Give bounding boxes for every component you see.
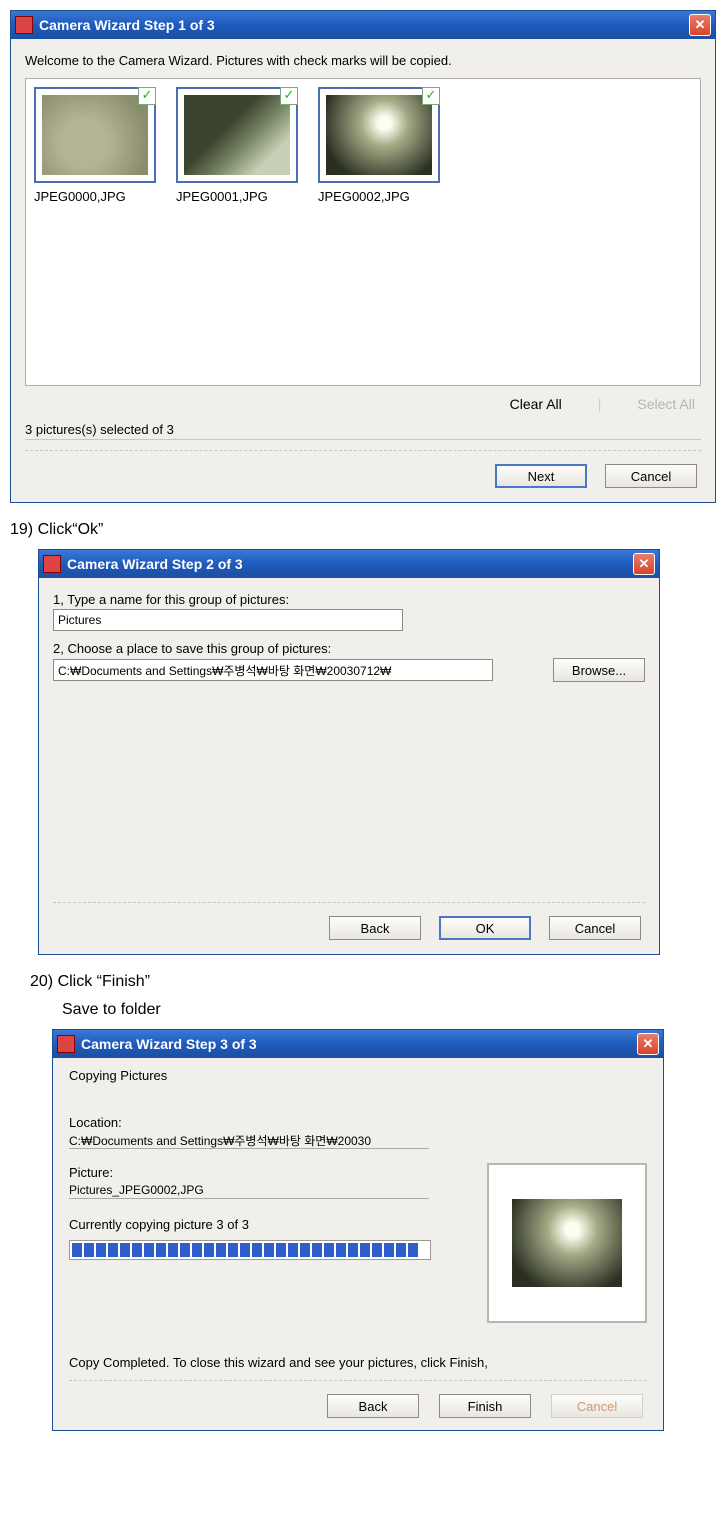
close-icon[interactable]: ✕ <box>637 1033 659 1055</box>
name-label: 1, Type a name for this group of picture… <box>53 592 645 607</box>
preview-frame <box>487 1163 647 1323</box>
checkmark-icon[interactable]: ✓ <box>280 87 298 105</box>
close-icon[interactable]: ✕ <box>633 553 655 575</box>
camera-wizard-step2-dialog: Camera Wizard Step 2 of 3 ✕ 1, Type a na… <box>38 549 660 955</box>
complete-text: Copy Completed. To close this wizard and… <box>69 1355 647 1370</box>
divider: | <box>598 396 602 412</box>
thumbnail-label: JPEG0000,JPG <box>34 189 154 204</box>
window-title: Camera Wizard Step 3 of 3 <box>81 1036 637 1052</box>
thumbnail-image <box>184 95 290 175</box>
titlebar[interactable]: Camera Wizard Step 1 of 3 ✕ <box>11 11 715 39</box>
checkmark-icon[interactable]: ✓ <box>422 87 440 105</box>
separator <box>53 902 645 904</box>
progress-bar <box>69 1240 431 1260</box>
thumbnail-item[interactable]: ✓ JPEG0002,JPG <box>318 87 438 204</box>
welcome-text: Welcome to the Camera Wizard. Pictures w… <box>25 53 701 68</box>
thumbnail-panel: ✓ JPEG0000,JPG ✓ JPEG0001,JPG ✓ JPEG0002… <box>25 78 701 386</box>
browse-button[interactable]: Browse... <box>553 658 645 682</box>
thumbnail-item[interactable]: ✓ JPEG0000,JPG <box>34 87 154 204</box>
thumbnail-image <box>42 95 148 175</box>
instruction-step-19: 19) Click“Ok” <box>10 521 717 539</box>
window-title: Camera Wizard Step 1 of 3 <box>39 17 689 33</box>
preview-image <box>512 1199 622 1287</box>
checkmark-icon[interactable]: ✓ <box>138 87 156 105</box>
thumbnail-label: JPEG0001,JPG <box>176 189 296 204</box>
app-icon <box>43 555 61 573</box>
thumbnail-image <box>326 95 432 175</box>
app-icon <box>15 16 33 34</box>
thumbnail-item[interactable]: ✓ JPEG0001,JPG <box>176 87 296 204</box>
camera-wizard-step1-dialog: Camera Wizard Step 1 of 3 ✕ Welcome to t… <box>10 10 716 503</box>
cancel-button[interactable]: Cancel <box>549 916 641 940</box>
titlebar[interactable]: Camera Wizard Step 2 of 3 ✕ <box>39 550 659 578</box>
ok-button[interactable]: OK <box>439 916 531 940</box>
back-button[interactable]: Back <box>327 1394 419 1418</box>
location-field <box>69 1132 429 1149</box>
thumbnail-label: JPEG0002,JPG <box>318 189 438 204</box>
picture-field <box>69 1182 429 1199</box>
clear-all-link[interactable]: Clear All <box>510 396 562 412</box>
instruction-step-20b: Save to folder <box>62 1001 717 1019</box>
cancel-button[interactable]: Cancel <box>605 464 697 488</box>
cancel-button: Cancel <box>551 1394 643 1418</box>
copying-heading: Copying Pictures <box>69 1068 647 1083</box>
select-all-link[interactable]: Select All <box>637 396 695 412</box>
separator <box>25 450 701 452</box>
save-path-input[interactable] <box>53 659 493 681</box>
finish-button[interactable]: Finish <box>439 1394 531 1418</box>
titlebar[interactable]: Camera Wizard Step 3 of 3 ✕ <box>53 1030 663 1058</box>
next-button[interactable]: Next <box>495 464 587 488</box>
picture-label: Picture: <box>69 1165 471 1180</box>
camera-wizard-step3-dialog: Camera Wizard Step 3 of 3 ✕ Copying Pict… <box>52 1029 664 1431</box>
instruction-step-20: 20) Click “Finish” <box>30 973 717 991</box>
window-title: Camera Wizard Step 2 of 3 <box>67 556 633 572</box>
location-label: 2, Choose a place to save this group of … <box>53 641 645 656</box>
progress-text: Currently copying picture 3 of 3 <box>69 1217 471 1232</box>
close-icon[interactable]: ✕ <box>689 14 711 36</box>
location-label: Location: <box>69 1115 471 1130</box>
group-name-input[interactable] <box>53 609 403 631</box>
separator <box>69 1380 647 1382</box>
back-button[interactable]: Back <box>329 916 421 940</box>
selection-status: 3 pictures(s) selected of 3 <box>25 422 701 440</box>
app-icon <box>57 1035 75 1053</box>
